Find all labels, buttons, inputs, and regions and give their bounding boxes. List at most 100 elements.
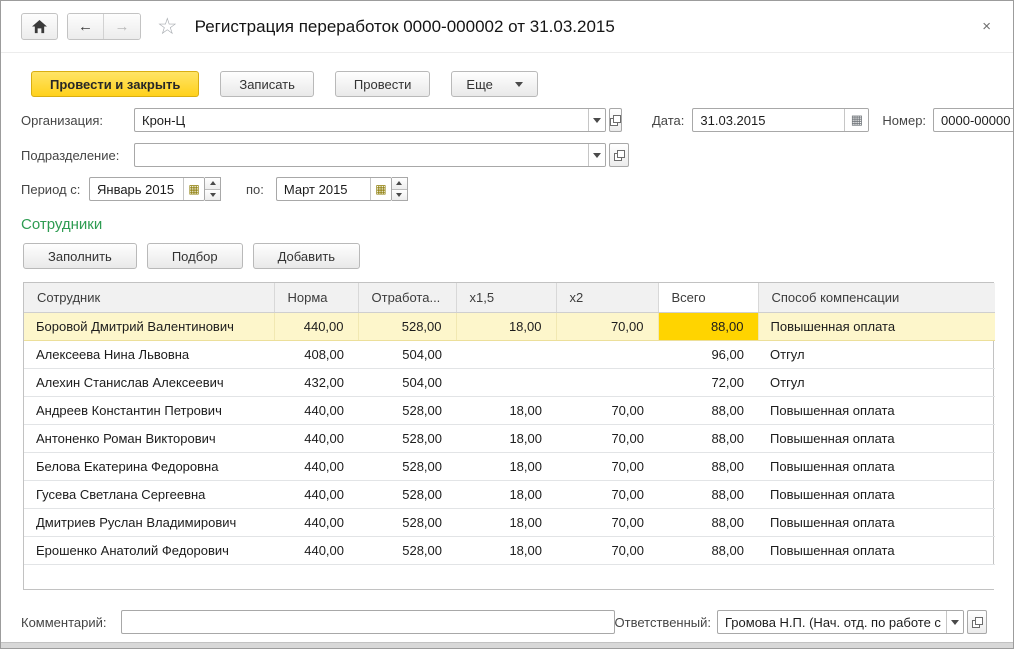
department-dropdown-button[interactable] xyxy=(588,144,605,166)
cell-sposob[interactable]: Повышенная оплата xyxy=(758,424,995,452)
cell-vsego[interactable]: 72,00 xyxy=(658,368,758,396)
cell-x2[interactable]: 70,00 xyxy=(556,480,658,508)
column-header-otrab[interactable]: Отработа... xyxy=(358,283,456,312)
cell-sposob[interactable]: Отгул xyxy=(758,368,995,396)
period-from-field[interactable]: Январь 2015 ▦ xyxy=(89,177,205,201)
organization-dropdown-button[interactable] xyxy=(588,109,605,131)
table-row[interactable]: Гусева Светлана Сергеевна440,00528,0018,… xyxy=(24,480,995,508)
cell-otrab[interactable]: 528,00 xyxy=(358,452,456,480)
back-button[interactable]: ← xyxy=(68,14,104,39)
column-header-norma[interactable]: Норма xyxy=(274,283,358,312)
cell-otrab[interactable]: 528,00 xyxy=(358,424,456,452)
cell-x15[interactable] xyxy=(456,368,556,396)
more-button[interactable]: Еще xyxy=(451,71,538,97)
cell-otrab[interactable]: 528,00 xyxy=(358,536,456,564)
cell-name[interactable]: Гусева Светлана Сергеевна xyxy=(24,480,274,508)
home-button[interactable] xyxy=(21,13,58,40)
cell-x15[interactable]: 18,00 xyxy=(456,536,556,564)
cell-x2[interactable]: 70,00 xyxy=(556,508,658,536)
cell-sposob[interactable]: Отгул xyxy=(758,340,995,368)
cell-name[interactable]: Алексеева Нина Львовна xyxy=(24,340,274,368)
cell-sposob[interactable]: Повышенная оплата xyxy=(758,396,995,424)
cell-sposob[interactable]: Повышенная оплата xyxy=(758,480,995,508)
fill-button[interactable]: Заполнить xyxy=(23,243,137,269)
cell-otrab[interactable]: 528,00 xyxy=(358,480,456,508)
responsible-dropdown-button[interactable] xyxy=(946,611,963,633)
department-open-button[interactable] xyxy=(609,143,629,167)
cell-norma[interactable]: 440,00 xyxy=(274,312,358,340)
spinner-down-icon[interactable] xyxy=(392,190,407,201)
cell-x2[interactable]: 70,00 xyxy=(556,424,658,452)
cell-vsego[interactable]: 96,00 xyxy=(658,340,758,368)
cell-x15[interactable]: 18,00 xyxy=(456,312,556,340)
cell-vsego[interactable]: 88,00 xyxy=(658,452,758,480)
date-field[interactable]: 31.03.2015 ▦ xyxy=(692,108,869,132)
cell-norma[interactable]: 440,00 xyxy=(274,508,358,536)
cell-x15[interactable]: 18,00 xyxy=(456,480,556,508)
cell-vsego[interactable]: 88,00 xyxy=(658,536,758,564)
forward-button[interactable]: → xyxy=(104,14,140,39)
write-button[interactable]: Записать xyxy=(220,71,314,97)
cell-otrab[interactable]: 528,00 xyxy=(358,312,456,340)
period-from-spinner[interactable] xyxy=(205,177,221,201)
cell-x15[interactable]: 18,00 xyxy=(456,424,556,452)
favorite-star-icon[interactable]: ☆ xyxy=(157,15,178,38)
table-row[interactable]: Алексеева Нина Львовна408,00504,0096,00О… xyxy=(24,340,995,368)
cell-otrab[interactable]: 528,00 xyxy=(358,508,456,536)
cell-x2[interactable]: 70,00 xyxy=(556,396,658,424)
cell-name[interactable]: Алехин Станислав Алексеевич xyxy=(24,368,274,396)
column-header-sposob[interactable]: Способ компенсации xyxy=(758,283,995,312)
close-icon[interactable]: × xyxy=(976,16,997,37)
organization-combo[interactable]: Крон-Ц xyxy=(134,108,606,132)
cell-x15[interactable]: 18,00 xyxy=(456,396,556,424)
table-row[interactable]: Антоненко Роман Викторович440,00528,0018… xyxy=(24,424,995,452)
table-row[interactable]: Белова Екатерина Федоровна440,00528,0018… xyxy=(24,452,995,480)
pick-button[interactable]: Подбор xyxy=(147,243,243,269)
post-and-close-button[interactable]: Провести и закрыть xyxy=(31,71,199,97)
cell-norma[interactable]: 440,00 xyxy=(274,452,358,480)
add-button[interactable]: Добавить xyxy=(253,243,360,269)
cell-name[interactable]: Боровой Дмитрий Валентинович xyxy=(24,312,274,340)
cell-sposob[interactable]: Повышенная оплата xyxy=(758,508,995,536)
date-calendar-button[interactable]: ▦ xyxy=(844,109,868,131)
cell-vsego[interactable]: 88,00 xyxy=(658,312,758,340)
column-header-vsego[interactable]: Всего xyxy=(658,283,758,312)
cell-vsego[interactable]: 88,00 xyxy=(658,508,758,536)
cell-sposob[interactable]: Повышенная оплата xyxy=(758,312,995,340)
cell-x2[interactable] xyxy=(556,340,658,368)
table-row[interactable]: Дмитриев Руслан Владимирович440,00528,00… xyxy=(24,508,995,536)
cell-name[interactable]: Белова Екатерина Федоровна xyxy=(24,452,274,480)
department-combo[interactable] xyxy=(134,143,606,167)
responsible-combo[interactable]: Громова Н.П. (Нач. отд. по работе с xyxy=(717,610,964,634)
cell-name[interactable]: Дмитриев Руслан Владимирович xyxy=(24,508,274,536)
cell-norma[interactable]: 440,00 xyxy=(274,536,358,564)
cell-x15[interactable]: 18,00 xyxy=(456,452,556,480)
cell-vsego[interactable]: 88,00 xyxy=(658,396,758,424)
cell-norma[interactable]: 440,00 xyxy=(274,480,358,508)
responsible-open-button[interactable] xyxy=(967,610,987,634)
table-row[interactable]: Алехин Станислав Алексеевич432,00504,007… xyxy=(24,368,995,396)
cell-x2[interactable]: 70,00 xyxy=(556,536,658,564)
period-from-calendar-button[interactable]: ▦ xyxy=(183,178,204,200)
table-row[interactable]: Боровой Дмитрий Валентинович440,00528,00… xyxy=(24,312,995,340)
post-button[interactable]: Провести xyxy=(335,71,431,97)
cell-x15[interactable]: 18,00 xyxy=(456,508,556,536)
cell-sposob[interactable]: Повышенная оплата xyxy=(758,536,995,564)
column-header-name[interactable]: Сотрудник xyxy=(24,283,274,312)
cell-x2[interactable] xyxy=(556,368,658,396)
period-to-field[interactable]: Март 2015 ▦ xyxy=(276,177,392,201)
comment-input[interactable] xyxy=(121,610,615,634)
cell-norma[interactable]: 408,00 xyxy=(274,340,358,368)
table-header-row[interactable]: СотрудникНормаОтработа...x1,5x2ВсегоСпос… xyxy=(24,283,995,312)
cell-name[interactable]: Ерошенко Анатолий Федорович xyxy=(24,536,274,564)
number-input[interactable] xyxy=(933,108,1014,132)
cell-norma[interactable]: 440,00 xyxy=(274,424,358,452)
organization-open-button[interactable] xyxy=(609,108,622,132)
cell-vsego[interactable]: 88,00 xyxy=(658,480,758,508)
cell-x15[interactable] xyxy=(456,340,556,368)
spinner-up-icon[interactable] xyxy=(392,178,407,190)
spinner-down-icon[interactable] xyxy=(205,190,220,201)
cell-otrab[interactable]: 528,00 xyxy=(358,396,456,424)
column-header-x15[interactable]: x1,5 xyxy=(456,283,556,312)
cell-name[interactable]: Андреев Константин Петрович xyxy=(24,396,274,424)
